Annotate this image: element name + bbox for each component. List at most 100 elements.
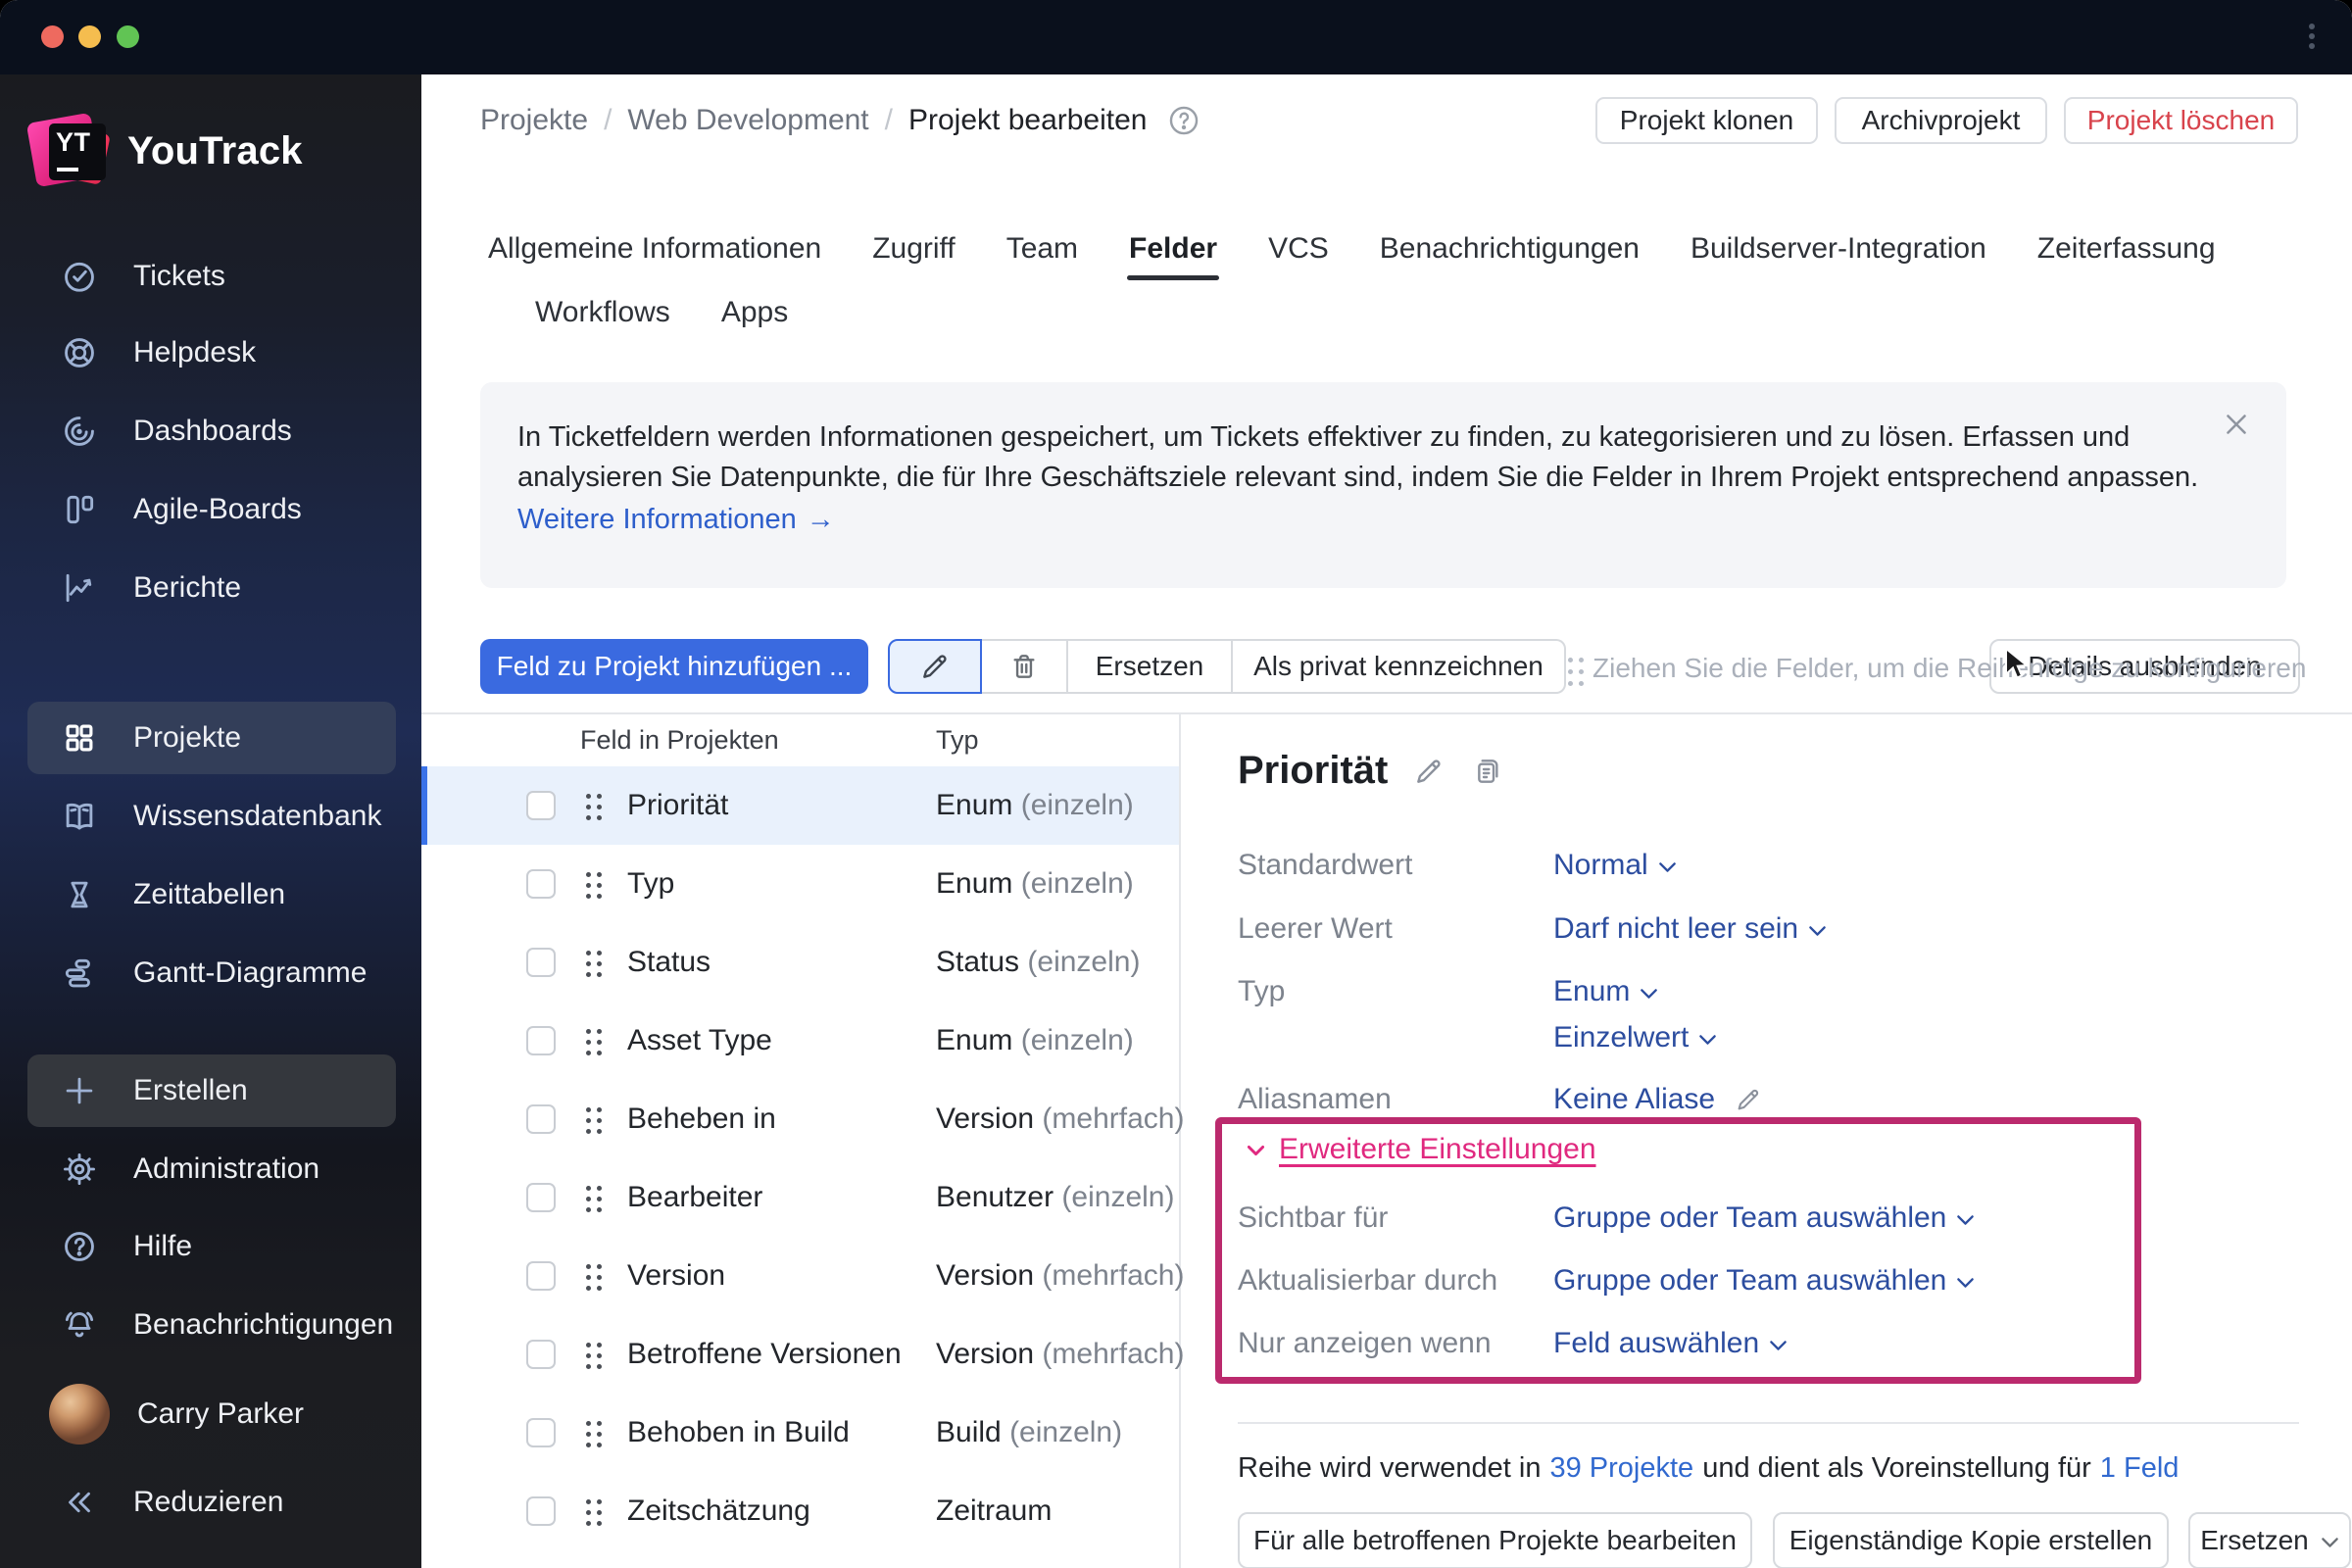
breadcrumb-projekte[interactable]: Projekte xyxy=(480,104,588,137)
close-window-button[interactable] xyxy=(41,25,64,48)
help-icon[interactable] xyxy=(1167,104,1200,137)
table-row[interactable]: Version Version (mehrfach) xyxy=(421,1237,1184,1315)
check-circle-icon xyxy=(65,262,94,292)
zoom-window-button[interactable] xyxy=(117,25,139,48)
tab-zeiterfassung[interactable]: Zeiterfassung xyxy=(2037,232,2216,266)
chart-line-icon xyxy=(66,573,92,603)
copy-icon[interactable] xyxy=(1470,756,1501,787)
drag-handle-icon[interactable] xyxy=(586,1029,591,1034)
user-menu[interactable]: Carry Parker xyxy=(27,1378,396,1450)
row-checkbox[interactable] xyxy=(526,1183,556,1212)
field-value-leerer-wert[interactable]: Darf nicht leer sein xyxy=(1553,912,1827,946)
tab-apps[interactable]: Apps xyxy=(721,296,788,329)
sidebar: YT YouTrack Tickets Helpdesk Dashboards … xyxy=(0,74,421,1568)
drag-handle-icon[interactable] xyxy=(586,1421,591,1426)
pencil-icon[interactable] xyxy=(1413,756,1445,787)
edit-all-projects-button[interactable]: Für alle betroffenen Projekte bearbeiten xyxy=(1238,1512,1752,1568)
sidebar-item-zeittabellen[interactable]: Zeittabellen xyxy=(27,858,396,931)
drag-handle-icon[interactable] xyxy=(586,1186,591,1191)
field-value-aktualisierbar-durch[interactable]: Gruppe oder Team auswählen xyxy=(1553,1264,1975,1298)
sidebar-item-projekte[interactable]: Projekte xyxy=(27,702,396,774)
sidebar-item-gantt-diagramme[interactable]: Gantt-Diagramme xyxy=(27,937,396,1009)
minimize-window-button[interactable] xyxy=(78,25,101,48)
drag-handle-icon[interactable] xyxy=(586,794,591,799)
row-checkbox[interactable] xyxy=(526,1104,556,1134)
row-checkbox[interactable] xyxy=(526,791,556,820)
tab-vcs[interactable]: VCS xyxy=(1268,232,1329,266)
replace-dropdown-button[interactable]: Ersetzen xyxy=(2188,1512,2351,1568)
field-value-standardwert[interactable]: Normal xyxy=(1553,849,1677,882)
tab-zugriff[interactable]: Zugriff xyxy=(872,232,955,266)
tab-workflows[interactable]: Workflows xyxy=(535,296,670,329)
logo-text: YouTrack xyxy=(127,128,303,172)
more-info-link[interactable]: Weitere Informationen → xyxy=(517,504,835,536)
advanced-settings-toggle[interactable]: Erweiterte Einstellungen xyxy=(1247,1133,1596,1166)
sidebar-item-berichte[interactable]: Berichte xyxy=(27,552,396,624)
project-tabs: Allgemeine Informationen Zugriff Team Fe… xyxy=(488,232,2216,280)
row-checkbox[interactable] xyxy=(526,1026,556,1055)
row-checkbox[interactable] xyxy=(526,1340,556,1369)
delete-field-button[interactable] xyxy=(982,639,1068,694)
drag-handle-icon[interactable] xyxy=(586,872,591,877)
browser-menu-icon[interactable] xyxy=(2309,24,2315,29)
book-icon xyxy=(66,803,93,830)
sidebar-item-dashboards[interactable]: Dashboards xyxy=(27,395,396,467)
drag-handle-icon[interactable] xyxy=(586,1343,591,1348)
project-tabs-row2: Workflows Apps xyxy=(535,296,788,329)
table-row[interactable]: Priorität Enum (einzeln) xyxy=(421,766,1179,845)
app-window: YT YouTrack Tickets Helpdesk Dashboards … xyxy=(0,0,2352,1568)
tab-team[interactable]: Team xyxy=(1006,232,1078,266)
field-value-typ[interactable]: Enum xyxy=(1553,975,1658,1008)
drag-handle-icon[interactable] xyxy=(586,951,591,956)
table-row[interactable]: Bearbeiter Benutzer (einzeln) xyxy=(421,1158,1179,1237)
tab-allgemeine-informationen[interactable]: Allgemeine Informationen xyxy=(488,232,821,266)
youtrack-logo[interactable]: YT YouTrack xyxy=(25,110,303,192)
tab-felder[interactable]: Felder xyxy=(1127,232,1220,280)
tab-benachrichtigungen[interactable]: Benachrichtigungen xyxy=(1380,232,1640,266)
sidebar-item-helpdesk[interactable]: Helpdesk xyxy=(27,317,396,389)
projects-usage-link[interactable]: 39 Projekte xyxy=(1549,1452,1693,1485)
row-checkbox[interactable] xyxy=(526,1496,556,1526)
drag-handle-icon[interactable] xyxy=(586,1107,591,1112)
table-row[interactable]: Betroffene Versionen Version (mehrfach) xyxy=(421,1315,1184,1394)
delete-project-button[interactable]: Projekt löschen xyxy=(2064,97,2298,144)
edit-field-button[interactable] xyxy=(888,639,982,694)
field-usage-link[interactable]: 1 Feld xyxy=(2100,1452,2180,1485)
collapse-sidebar-button[interactable]: Reduzieren xyxy=(27,1466,396,1539)
sidebar-item-benachrichtigungen[interactable]: Benachrichtigungen xyxy=(27,1289,396,1361)
row-checkbox[interactable] xyxy=(526,1418,556,1447)
create-standalone-copy-button[interactable]: Eigenständige Kopie erstellen xyxy=(1773,1512,2169,1568)
panel-divider xyxy=(1179,712,1181,1568)
field-value-einzelwert[interactable]: Einzelwert xyxy=(1553,1021,1717,1054)
row-checkbox[interactable] xyxy=(526,869,556,899)
sidebar-item-label: Zeittabellen xyxy=(133,878,286,910)
sidebar-item-hilfe[interactable]: Hilfe xyxy=(27,1210,396,1283)
field-value-sichtbar-fuer[interactable]: Gruppe oder Team auswählen xyxy=(1553,1201,1975,1235)
breadcrumb-web-development[interactable]: Web Development xyxy=(627,104,868,137)
create-button[interactable]: Erstellen xyxy=(27,1054,396,1127)
tab-buildserver-integration[interactable]: Buildserver-Integration xyxy=(1690,232,1986,266)
drag-handle-icon[interactable] xyxy=(586,1499,591,1504)
close-icon[interactable] xyxy=(2220,408,2253,441)
row-checkbox[interactable] xyxy=(526,948,556,977)
table-row[interactable]: Behoben in Build Build (einzeln) xyxy=(421,1394,1179,1472)
table-row[interactable]: Typ Enum (einzeln) xyxy=(421,845,1179,923)
clone-project-button[interactable]: Projekt klonen xyxy=(1595,97,1818,144)
sidebar-item-tickets[interactable]: Tickets xyxy=(27,240,396,313)
row-checkbox[interactable] xyxy=(526,1261,556,1291)
sidebar-item-agile-boards[interactable]: Agile-Boards xyxy=(27,473,396,546)
table-row[interactable]: Zeitschätzung Zeitraum xyxy=(421,1472,1179,1550)
table-row[interactable]: Asset Type Enum (einzeln) xyxy=(421,1002,1179,1080)
replace-field-button[interactable]: Ersetzen xyxy=(1068,639,1233,694)
table-row[interactable]: Beheben in Version (mehrfach) xyxy=(421,1080,1184,1158)
pencil-icon[interactable] xyxy=(1735,1086,1762,1113)
mark-private-button[interactable]: Als privat kennzeichnen xyxy=(1233,639,1566,694)
drag-handle-icon[interactable] xyxy=(586,1264,591,1269)
archive-project-button[interactable]: Archivprojekt xyxy=(1835,97,2047,144)
table-row[interactable]: Status Status (einzeln) xyxy=(421,923,1179,1002)
field-value-nur-anzeigen-wenn[interactable]: Feld auswählen xyxy=(1553,1327,1788,1360)
add-field-button[interactable]: Feld zu Projekt hinzufügen ... xyxy=(480,639,868,694)
sidebar-item-wissensdatenbank[interactable]: Wissensdatenbank xyxy=(27,780,396,853)
sidebar-item-administration[interactable]: Administration xyxy=(27,1133,396,1205)
chevron-down-icon xyxy=(1658,862,1676,872)
